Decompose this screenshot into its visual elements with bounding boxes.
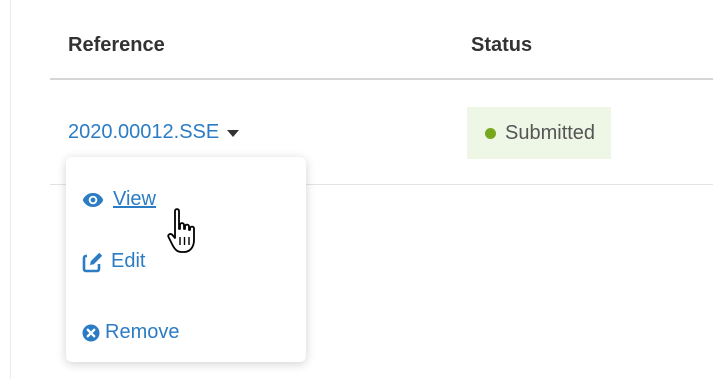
column-header-reference[interactable]: Reference [68, 34, 165, 57]
table-header: Reference Status [50, 0, 713, 80]
menu-item-edit[interactable]: Edit [82, 250, 145, 273]
reference-link[interactable]: 2020.00012.SSE [68, 121, 219, 144]
reference-dropdown-toggle[interactable]: 2020.00012.SSE [68, 121, 240, 144]
row-actions-dropdown: View Edit Remove [66, 157, 306, 362]
menu-item-view-label[interactable]: View [113, 188, 156, 211]
menu-item-edit-label[interactable]: Edit [111, 250, 145, 273]
eye-icon[interactable] [82, 192, 104, 208]
edit-icon[interactable] [82, 251, 104, 273]
menu-item-view[interactable]: View [82, 188, 156, 211]
status-badge: Submitted [467, 107, 612, 159]
column-header-status[interactable]: Status [471, 34, 532, 57]
status-dot-icon [485, 127, 496, 139]
page: Reference Status 2020.00012.SSE Submitte… [0, 0, 713, 379]
status-text: Submitted [505, 121, 596, 144]
menu-item-remove-label[interactable]: Remove [105, 321, 179, 344]
remove-icon[interactable] [82, 324, 100, 342]
menu-item-remove[interactable]: Remove [82, 321, 179, 344]
left-divider [10, 0, 11, 379]
caret-down-icon[interactable] [227, 130, 240, 137]
